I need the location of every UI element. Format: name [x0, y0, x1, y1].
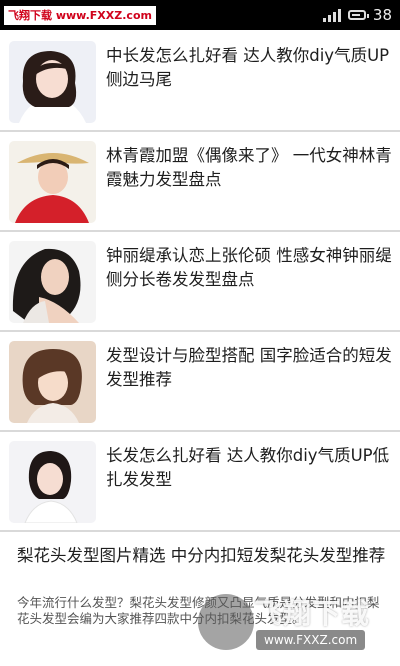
watermark-brand: 飞翔下载	[254, 597, 371, 630]
list-item[interactable]: 长发怎么扎好看 达人教你diy气质UP低扎发发型	[0, 432, 400, 532]
thumbnail-image	[9, 141, 96, 223]
watermark-logo-icon	[198, 594, 254, 650]
portrait-photo-icon	[9, 341, 96, 423]
portrait-photo-icon	[9, 41, 96, 123]
thumbnail-image	[9, 441, 96, 523]
article-title: 梨花头发型图片精选 中分内扣短发梨花头发型推荐	[17, 546, 386, 565]
article-title: 中长发怎么扎好看 达人教你diy气质UP侧边马尾	[106, 46, 390, 89]
list-item[interactable]: 中长发怎么扎好看 达人教你diy气质UP侧边马尾	[0, 32, 400, 132]
portrait-photo-icon	[9, 141, 96, 223]
watermark-url: www.FXXZ.com	[256, 630, 366, 650]
portrait-photo-icon	[9, 241, 96, 323]
article-title: 长发怎么扎好看 达人教你diy气质UP低扎发发型	[106, 446, 390, 489]
list-item[interactable]: 林青霞加盟《偶像来了》 一代女神林青霞魅力发型盘点	[0, 132, 400, 232]
watermark-logo: 飞翔下载 www.FXXZ.com	[4, 6, 156, 25]
status-icons: 38	[322, 0, 392, 30]
article-list: 中长发怎么扎好看 达人教你diy气质UP侧边马尾 林青霞加盟《偶像来了》 一代女…	[0, 32, 400, 532]
watermark-overlay: 飞翔下载 www.FXXZ.com	[192, 588, 392, 662]
article-title: 发型设计与脸型搭配 国字脸适合的短发发型推荐	[106, 346, 392, 389]
battery-icon	[347, 10, 369, 20]
article-title: 钟丽缇承认恋上张伦硕 性感女神钟丽缇侧分长卷发发型盘点	[106, 246, 392, 289]
thumbnail-image	[9, 341, 96, 423]
list-item[interactable]: 钟丽缇承认恋上张伦硕 性感女神钟丽缇侧分长卷发发型盘点	[0, 232, 400, 332]
article-title: 林青霞加盟《偶像来了》 一代女神林青霞魅力发型盘点	[106, 146, 392, 189]
thumbnail-image	[9, 41, 96, 123]
status-bar: 飞翔下载 www.FXXZ.com 38	[0, 0, 400, 30]
status-time: 38	[372, 6, 392, 24]
portrait-photo-icon	[9, 441, 96, 523]
thumbnail-image	[9, 241, 96, 323]
list-item[interactable]: 发型设计与脸型搭配 国字脸适合的短发发型推荐	[0, 332, 400, 432]
signal-icon	[322, 8, 341, 22]
